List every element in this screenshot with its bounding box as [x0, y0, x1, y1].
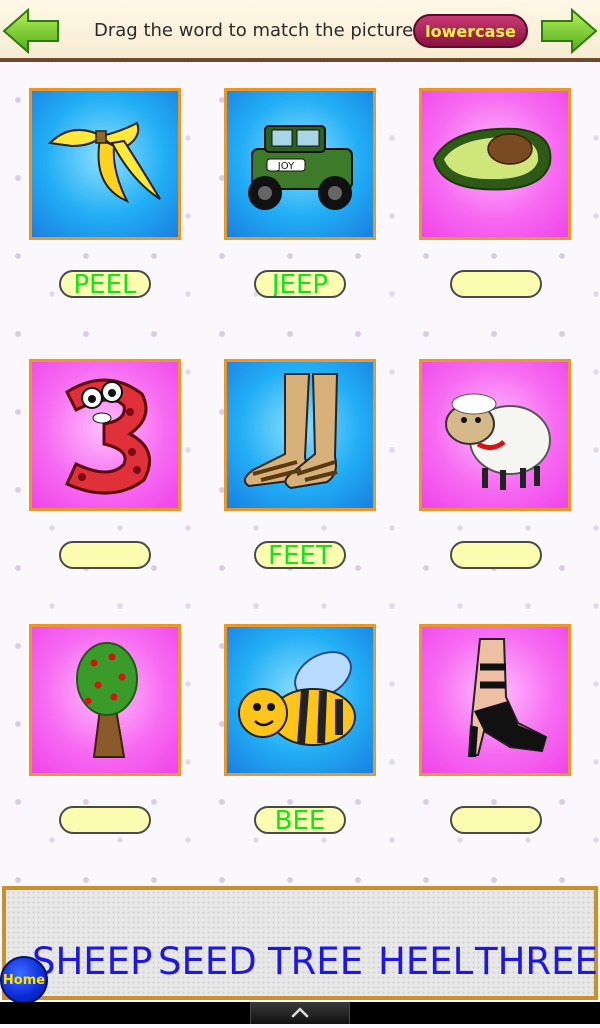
answer-slot-4[interactable]: [59, 541, 151, 569]
instruction-text: Drag the word to match the picture: [94, 20, 414, 41]
word-sheep[interactable]: SHEEP: [32, 942, 152, 982]
left-arrow-icon: [2, 7, 59, 55]
back-arrow-button[interactable]: [2, 7, 60, 55]
picture-tile-bee: [224, 624, 376, 776]
avocado-icon: [432, 127, 552, 191]
word-heel[interactable]: HEEL: [378, 942, 473, 982]
word-three[interactable]: THREE: [475, 942, 598, 982]
feet-icon: [243, 373, 339, 490]
answer-slot-7[interactable]: [59, 806, 151, 834]
word-seed[interactable]: SEED: [158, 942, 257, 982]
picture-tile-heel: [419, 624, 571, 776]
sheep-icon: [445, 393, 551, 490]
chevron-up-icon: [291, 1007, 309, 1018]
lowercase-toggle-button[interactable]: lowercase: [413, 14, 528, 48]
tree-icon: [76, 642, 138, 758]
right-arrow-icon: [541, 7, 598, 55]
picture-tile-jeep: JOY: [224, 88, 376, 240]
answer-slot-9[interactable]: [450, 806, 542, 834]
license-plate: JOY: [277, 161, 295, 172]
number-three-icon: [65, 378, 152, 495]
picture-tile-tree: [29, 624, 181, 776]
picture-tile-feet: [224, 359, 376, 511]
picture-tile-three: [29, 359, 181, 511]
answer-slot-8[interactable]: BEE: [254, 806, 346, 834]
jeep-icon: JOY: [248, 125, 353, 210]
header-bar: Drag the word to match the picture lower…: [0, 0, 600, 62]
answer-slot-3[interactable]: [450, 270, 542, 298]
picture-tile-sheep: [419, 359, 571, 511]
system-nav-bar: [0, 1002, 600, 1024]
picture-tile-seed: [419, 88, 571, 240]
picture-tile-peel: [29, 88, 181, 240]
high-heel-icon: [468, 638, 548, 757]
home-button[interactable]: Home: [0, 956, 48, 1004]
word-tree[interactable]: TREE: [268, 942, 363, 982]
answer-slot-2[interactable]: JEEP: [254, 270, 346, 298]
answer-slot-5[interactable]: FEET: [254, 541, 346, 569]
banana-peel-icon: [47, 121, 161, 203]
bee-icon: [238, 651, 356, 746]
answer-slot-1[interactable]: PEEL: [59, 270, 151, 298]
word-bank-tray: SHEEP SEED TREE HEEL THREE: [2, 886, 598, 1000]
next-arrow-button[interactable]: [540, 7, 598, 55]
nav-up-button[interactable]: [250, 1002, 350, 1024]
answer-slot-6[interactable]: [450, 541, 542, 569]
